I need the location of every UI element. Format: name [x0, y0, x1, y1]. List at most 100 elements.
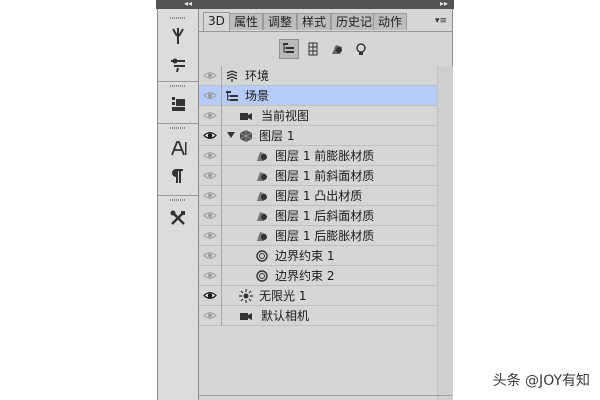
visibility-eye-icon[interactable] — [203, 230, 217, 241]
row-divider — [221, 226, 222, 246]
layer-label: 边界约束 1 — [275, 249, 335, 263]
visibility-eye-icon[interactable] — [203, 250, 217, 261]
layer-label: 图层 1 后膨胀材质 — [275, 229, 375, 243]
list-item[interactable]: 图层 1 — [199, 126, 437, 146]
visibility-eye-icon[interactable] — [203, 130, 217, 141]
layer-label: 图层 1 凸出材质 — [275, 189, 363, 203]
row-divider — [221, 186, 222, 206]
visibility-eye-icon[interactable] — [203, 90, 217, 101]
visibility-eye-icon[interactable] — [203, 210, 217, 221]
tab-adjustments[interactable]: 调整 — [263, 13, 298, 30]
row-divider — [221, 306, 222, 326]
row-divider — [221, 86, 222, 106]
list-item[interactable]: 图层 1 后斜面材质 — [199, 206, 437, 226]
scene-icon — [226, 91, 238, 101]
toolstrip-divider — [158, 81, 198, 82]
list-item[interactable]: 边界约束 1 — [199, 246, 437, 266]
brush-settings-icon[interactable] — [164, 53, 192, 75]
layer-label: 图层 1 — [259, 129, 295, 143]
environment-icon — [226, 70, 238, 82]
toolstrip-divider — [158, 195, 198, 196]
brush-presets-icon[interactable] — [164, 25, 192, 47]
camera-icon — [240, 113, 252, 120]
layer-label: 图层 1 前斜面材质 — [275, 169, 375, 183]
grip-handle[interactable] — [170, 85, 186, 87]
constraint-icon — [256, 270, 268, 282]
list-item[interactable]: 场景 — [199, 86, 437, 106]
visibility-eye-icon[interactable] — [203, 310, 217, 321]
material-filter-icon[interactable] — [327, 39, 347, 59]
grip-handle[interactable] — [170, 127, 186, 129]
tool-presets-icon[interactable] — [164, 207, 192, 229]
tab-actions[interactable]: 动作 — [373, 13, 408, 30]
visibility-eye-icon[interactable] — [203, 110, 217, 121]
list-item[interactable]: 默认相机 — [199, 306, 437, 326]
material-icon — [257, 172, 267, 181]
panel-top-strip: ◂◂ ▸▸ — [156, 0, 454, 9]
row-divider — [221, 66, 222, 86]
layer-label: 边界约束 2 — [275, 269, 335, 283]
list-scrollbar[interactable] — [437, 66, 453, 400]
paragraph-icon[interactable] — [164, 165, 192, 187]
list-item[interactable]: 图层 1 后膨胀材质 — [199, 226, 437, 246]
layer-label: 图层 1 前膨胀材质 — [275, 149, 375, 163]
material-icon — [257, 152, 267, 161]
list-item[interactable]: 边界约束 2 — [199, 266, 437, 286]
row-divider — [221, 286, 222, 306]
layer-label: 图层 1 后斜面材质 — [275, 209, 375, 223]
material-icon — [257, 192, 267, 201]
panel-dock-toolstrip — [157, 9, 199, 400]
visibility-eye-icon[interactable] — [203, 70, 217, 81]
list-item[interactable]: 环境 — [199, 66, 437, 86]
clone-source-icon[interactable] — [164, 93, 192, 115]
list-item[interactable]: 当前视图 — [199, 106, 437, 126]
mesh-icon — [239, 130, 253, 142]
row-divider — [221, 266, 222, 286]
filter-bar — [199, 34, 452, 64]
infinite-light-icon — [239, 289, 253, 303]
list-item[interactable]: 图层 1 前膨胀材质 — [199, 146, 437, 166]
panel-tabs: 3D 属性 调整 样式 历史记 动作 ▾≡ — [199, 11, 452, 32]
list-item[interactable]: 无限光 1 — [199, 286, 437, 306]
layer-label: 默认相机 — [261, 309, 310, 323]
character-icon[interactable] — [164, 137, 192, 159]
row-divider — [221, 106, 222, 126]
tab-properties[interactable]: 属性 — [229, 13, 264, 30]
scene-layer-list: 环境 场景 当前视图 图层 1 图层 1 前膨胀材质 图层 1 前斜面材质 图层… — [199, 66, 437, 326]
layer-label: 当前视图 — [261, 109, 310, 123]
row-divider — [221, 246, 222, 266]
row-divider — [221, 126, 222, 146]
visibility-eye-icon[interactable] — [203, 190, 217, 201]
row-divider — [221, 166, 222, 186]
material-icon — [257, 232, 267, 241]
list-item[interactable]: 图层 1 前斜面材质 — [199, 166, 437, 186]
watermark-text: 头条 @JOY有知 — [492, 373, 590, 389]
light-filter-icon[interactable] — [351, 39, 371, 59]
expand-triangle-icon[interactable] — [227, 132, 235, 138]
tab-history[interactable]: 历史记 — [331, 13, 378, 30]
toolstrip-divider — [158, 123, 198, 124]
3d-panel: 3D 属性 调整 样式 历史记 动作 ▾≡ 环境 场景 当前视图 图层 1 图层… — [199, 9, 453, 400]
whole-scene-filter-icon[interactable] — [279, 39, 299, 59]
tab-styles[interactable]: 样式 — [297, 13, 332, 30]
camera-icon — [240, 313, 252, 320]
material-icon — [257, 212, 267, 221]
visibility-eye-icon[interactable] — [203, 150, 217, 161]
panel-menu-button[interactable]: ▾≡ — [432, 14, 450, 28]
constraint-icon — [256, 250, 268, 262]
row-divider — [221, 146, 222, 166]
visibility-eye-icon[interactable] — [203, 270, 217, 281]
list-item[interactable]: 图层 1 凸出材质 — [199, 186, 437, 206]
tab-3d[interactable]: 3D — [203, 12, 230, 31]
visibility-eye-icon[interactable] — [203, 170, 217, 181]
panel-bottom-divider — [199, 395, 452, 396]
mesh-filter-icon[interactable] — [303, 39, 323, 59]
layer-label: 场景 — [245, 89, 270, 103]
layer-label: 无限光 1 — [259, 289, 307, 303]
collapse-toolstrip-icon[interactable]: ◂◂ — [184, 0, 192, 9]
visibility-eye-icon[interactable] — [203, 290, 217, 301]
grip-handle[interactable] — [170, 199, 186, 201]
collapse-panel-icon[interactable]: ▸▸ — [440, 0, 448, 9]
grip-handle[interactable] — [170, 17, 186, 19]
layer-label: 环境 — [245, 69, 270, 83]
